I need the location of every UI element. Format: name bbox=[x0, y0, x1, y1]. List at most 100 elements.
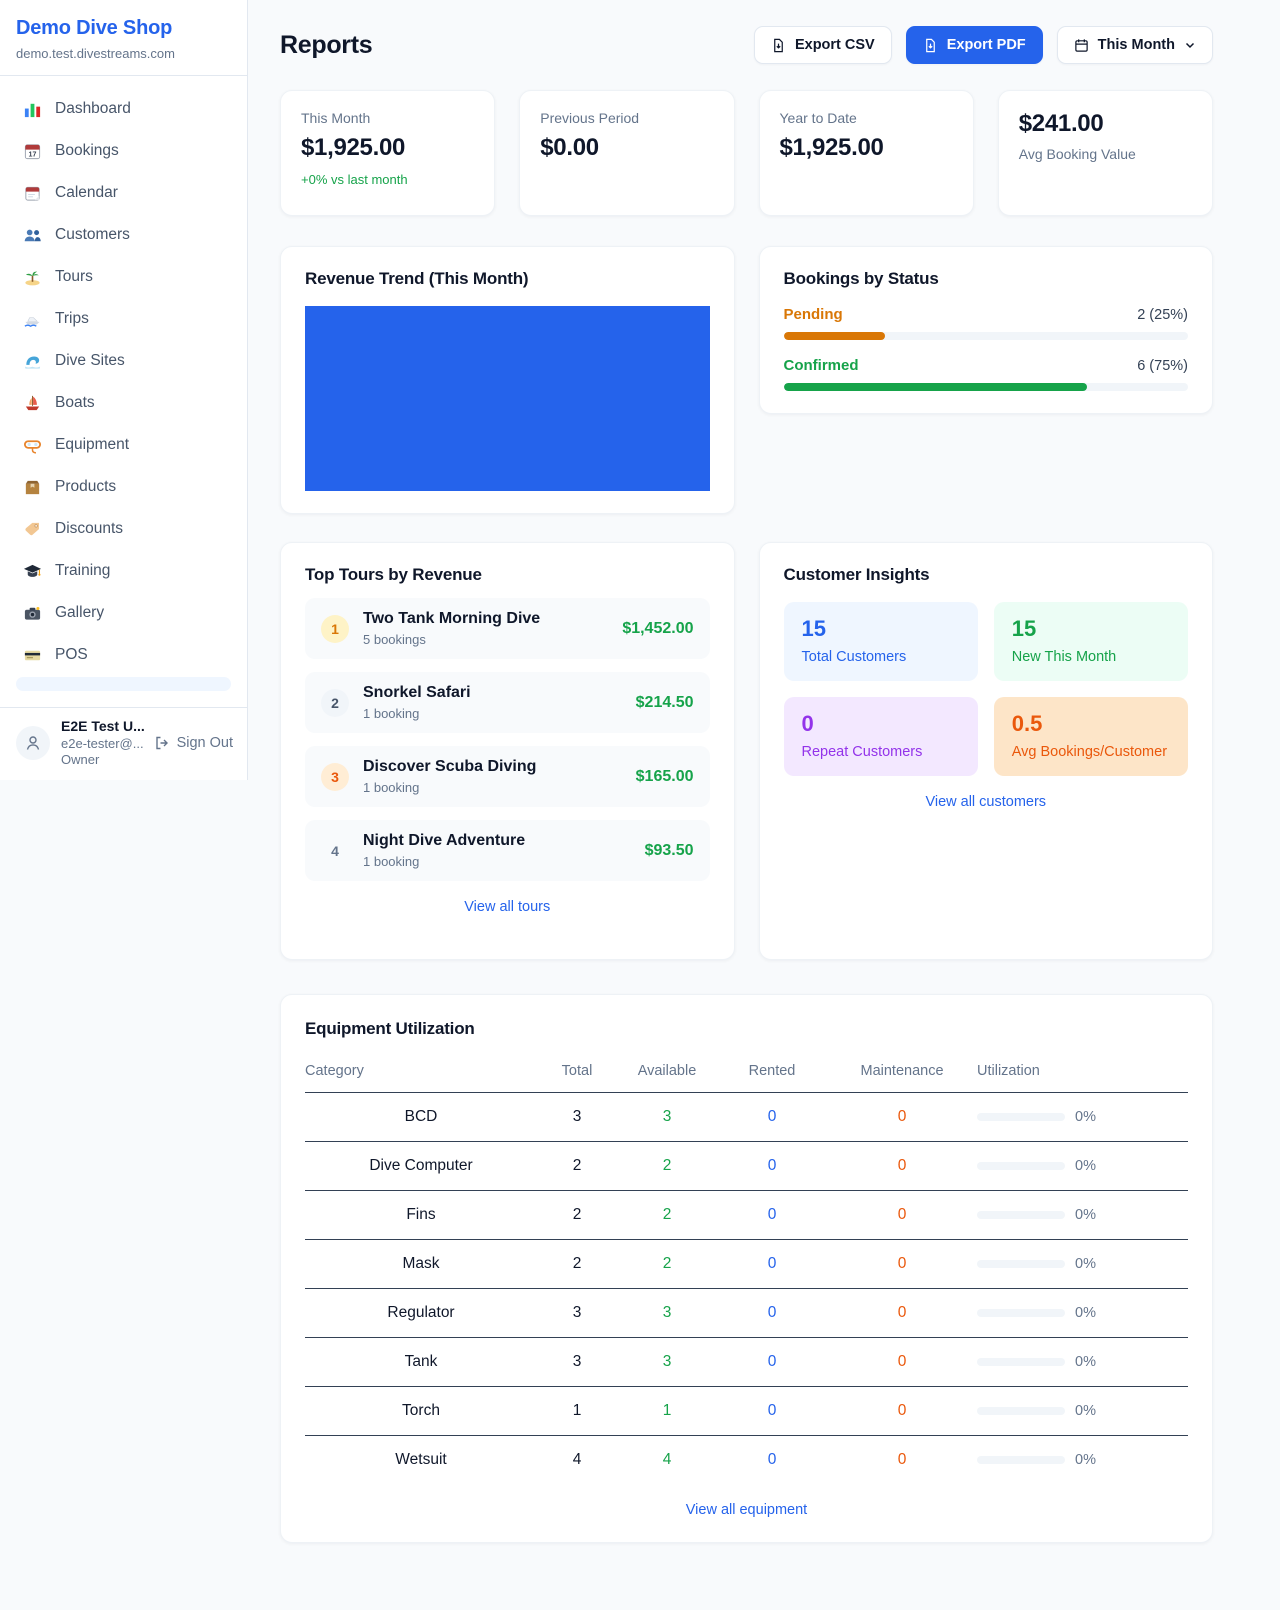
stat-value: $1,925.00 bbox=[301, 134, 474, 162]
insight-tile-avg-bookings: 0.5 Avg Bookings/Customer bbox=[994, 697, 1188, 776]
stat-card-year-to-date: Year to Date $1,925.00 bbox=[759, 90, 974, 216]
sign-out-button[interactable]: Sign Out bbox=[154, 735, 233, 751]
tour-list-item: 3 Discover Scuba Diving 1 booking $165.0… bbox=[305, 746, 710, 807]
user-name: E2E Test U... bbox=[61, 718, 143, 736]
table-row: Regulator 3 3 0 0 0% bbox=[305, 1289, 1188, 1338]
export-pdf-button[interactable]: Export PDF bbox=[906, 26, 1043, 64]
cell-maintenance: 0 bbox=[827, 1093, 977, 1142]
cell-utilization: 0% bbox=[977, 1191, 1188, 1240]
view-all-tours-link[interactable]: View all tours bbox=[305, 899, 710, 915]
cell-total: 3 bbox=[537, 1093, 617, 1142]
sidebar-item-dashboard[interactable]: Dashboard bbox=[8, 88, 239, 130]
cell-rented: 0 bbox=[717, 1142, 827, 1191]
sidebar-nav: Dashboard 17 Bookings Calendar Customers… bbox=[0, 76, 247, 691]
person-icon bbox=[23, 733, 43, 753]
stat-value: $0.00 bbox=[540, 134, 713, 162]
sidebar-item-gallery[interactable]: Gallery bbox=[8, 592, 239, 634]
sidebar-item-reports-partial[interactable] bbox=[16, 677, 231, 691]
package-icon bbox=[22, 477, 42, 497]
sidebar-item-training[interactable]: Training bbox=[8, 550, 239, 592]
view-all-customers-link[interactable]: View all customers bbox=[784, 794, 1189, 810]
cell-total: 2 bbox=[537, 1142, 617, 1191]
tour-name: Snorkel Safari bbox=[363, 684, 471, 702]
tag-icon bbox=[22, 519, 42, 539]
col-header-category: Category bbox=[305, 1055, 537, 1093]
sign-out-label: Sign Out bbox=[177, 735, 233, 751]
cell-available: 1 bbox=[617, 1387, 717, 1436]
customer-insights-card: Customer Insights 15 Total Customers 15 … bbox=[759, 542, 1214, 960]
sidebar-item-bookings[interactable]: 17 Bookings bbox=[8, 130, 239, 172]
period-label: This Month bbox=[1098, 37, 1175, 53]
sidebar-item-pos[interactable]: POS bbox=[8, 634, 239, 676]
table-row: BCD 3 3 0 0 0% bbox=[305, 1093, 1188, 1142]
export-csv-label: Export CSV bbox=[795, 37, 875, 53]
cell-utilization: 0% bbox=[977, 1436, 1188, 1485]
dive-mask-icon bbox=[22, 435, 42, 455]
cell-available: 2 bbox=[617, 1191, 717, 1240]
cell-utilization: 0% bbox=[977, 1289, 1188, 1338]
equipment-table: Category Total Available Rented Maintena… bbox=[305, 1055, 1188, 1484]
sidebar-item-trips[interactable]: Trips bbox=[8, 298, 239, 340]
cell-rented: 0 bbox=[717, 1289, 827, 1338]
table-row: Mask 2 2 0 0 0% bbox=[305, 1240, 1188, 1289]
tour-list-item: 1 Two Tank Morning Dive 5 bookings $1,45… bbox=[305, 598, 710, 659]
col-header-available: Available bbox=[617, 1055, 717, 1093]
tile-value: 0.5 bbox=[1012, 711, 1170, 737]
sidebar-item-label: POS bbox=[55, 646, 88, 664]
island-icon bbox=[22, 267, 42, 287]
rank-badge: 3 bbox=[321, 763, 349, 791]
tour-revenue: $214.50 bbox=[636, 694, 694, 712]
utilization-percent: 0% bbox=[1075, 1354, 1096, 1370]
status-bar-fill bbox=[784, 383, 1087, 391]
insight-tile-total-customers: 15 Total Customers bbox=[784, 602, 978, 681]
tile-value: 15 bbox=[1012, 616, 1170, 642]
cell-available: 3 bbox=[617, 1289, 717, 1338]
status-bar-fill bbox=[784, 332, 885, 340]
period-dropdown[interactable]: This Month bbox=[1057, 26, 1213, 64]
bookings-by-status-title: Bookings by Status bbox=[784, 269, 1189, 289]
sidebar-item-dive-sites[interactable]: Dive Sites bbox=[8, 340, 239, 382]
brand-name[interactable]: Demo Dive Shop bbox=[16, 17, 231, 40]
col-header-total: Total bbox=[537, 1055, 617, 1093]
brand-domain: demo.test.divestreams.com bbox=[16, 46, 231, 61]
user-email: e2e-tester@... bbox=[61, 736, 143, 752]
tile-label: Repeat Customers bbox=[802, 744, 960, 760]
sidebar-item-discounts[interactable]: Discounts bbox=[8, 508, 239, 550]
main-content: Reports Export CSV Export PDF This Month… bbox=[280, 0, 1213, 1583]
avatar bbox=[16, 726, 50, 760]
sidebar-item-tours[interactable]: Tours bbox=[8, 256, 239, 298]
tour-revenue: $165.00 bbox=[636, 768, 694, 786]
utilization-percent: 0% bbox=[1075, 1207, 1096, 1223]
cell-utilization: 0% bbox=[977, 1093, 1188, 1142]
cell-rented: 0 bbox=[717, 1240, 827, 1289]
status-bar-track bbox=[784, 332, 1189, 340]
page-title: Reports bbox=[280, 31, 372, 60]
export-csv-button[interactable]: Export CSV bbox=[754, 26, 892, 64]
cell-total: 2 bbox=[537, 1191, 617, 1240]
cell-available: 2 bbox=[617, 1142, 717, 1191]
col-header-utilization: Utilization bbox=[977, 1055, 1188, 1093]
cell-available: 3 bbox=[617, 1338, 717, 1387]
cell-maintenance: 0 bbox=[827, 1436, 977, 1485]
equipment-header-row: Category Total Available Rented Maintena… bbox=[305, 1055, 1188, 1093]
lists-row: Top Tours by Revenue 1 Two Tank Morning … bbox=[280, 542, 1213, 960]
customer-insights-title: Customer Insights bbox=[784, 565, 1189, 585]
view-all-equipment-link[interactable]: View all equipment bbox=[305, 1502, 1188, 1518]
svg-text:17: 17 bbox=[28, 150, 36, 158]
sidebar-item-label: Customers bbox=[55, 226, 130, 244]
sidebar-item-label: Boats bbox=[55, 394, 95, 412]
sidebar-item-label: Equipment bbox=[55, 436, 129, 454]
utilization-bar-track bbox=[977, 1260, 1065, 1268]
people-icon bbox=[22, 225, 42, 245]
sidebar-item-products[interactable]: Products bbox=[8, 466, 239, 508]
sailboat-icon bbox=[22, 393, 42, 413]
sidebar-item-calendar[interactable]: Calendar bbox=[8, 172, 239, 214]
sidebar-item-customers[interactable]: Customers bbox=[8, 214, 239, 256]
top-tours-card: Top Tours by Revenue 1 Two Tank Morning … bbox=[280, 542, 735, 960]
tile-value: 0 bbox=[802, 711, 960, 737]
revenue-trend-card: Revenue Trend (This Month) bbox=[280, 246, 735, 514]
cell-maintenance: 0 bbox=[827, 1240, 977, 1289]
sidebar-item-boats[interactable]: Boats bbox=[8, 382, 239, 424]
sidebar-item-equipment[interactable]: Equipment bbox=[8, 424, 239, 466]
tear-off-calendar-icon bbox=[22, 183, 42, 203]
